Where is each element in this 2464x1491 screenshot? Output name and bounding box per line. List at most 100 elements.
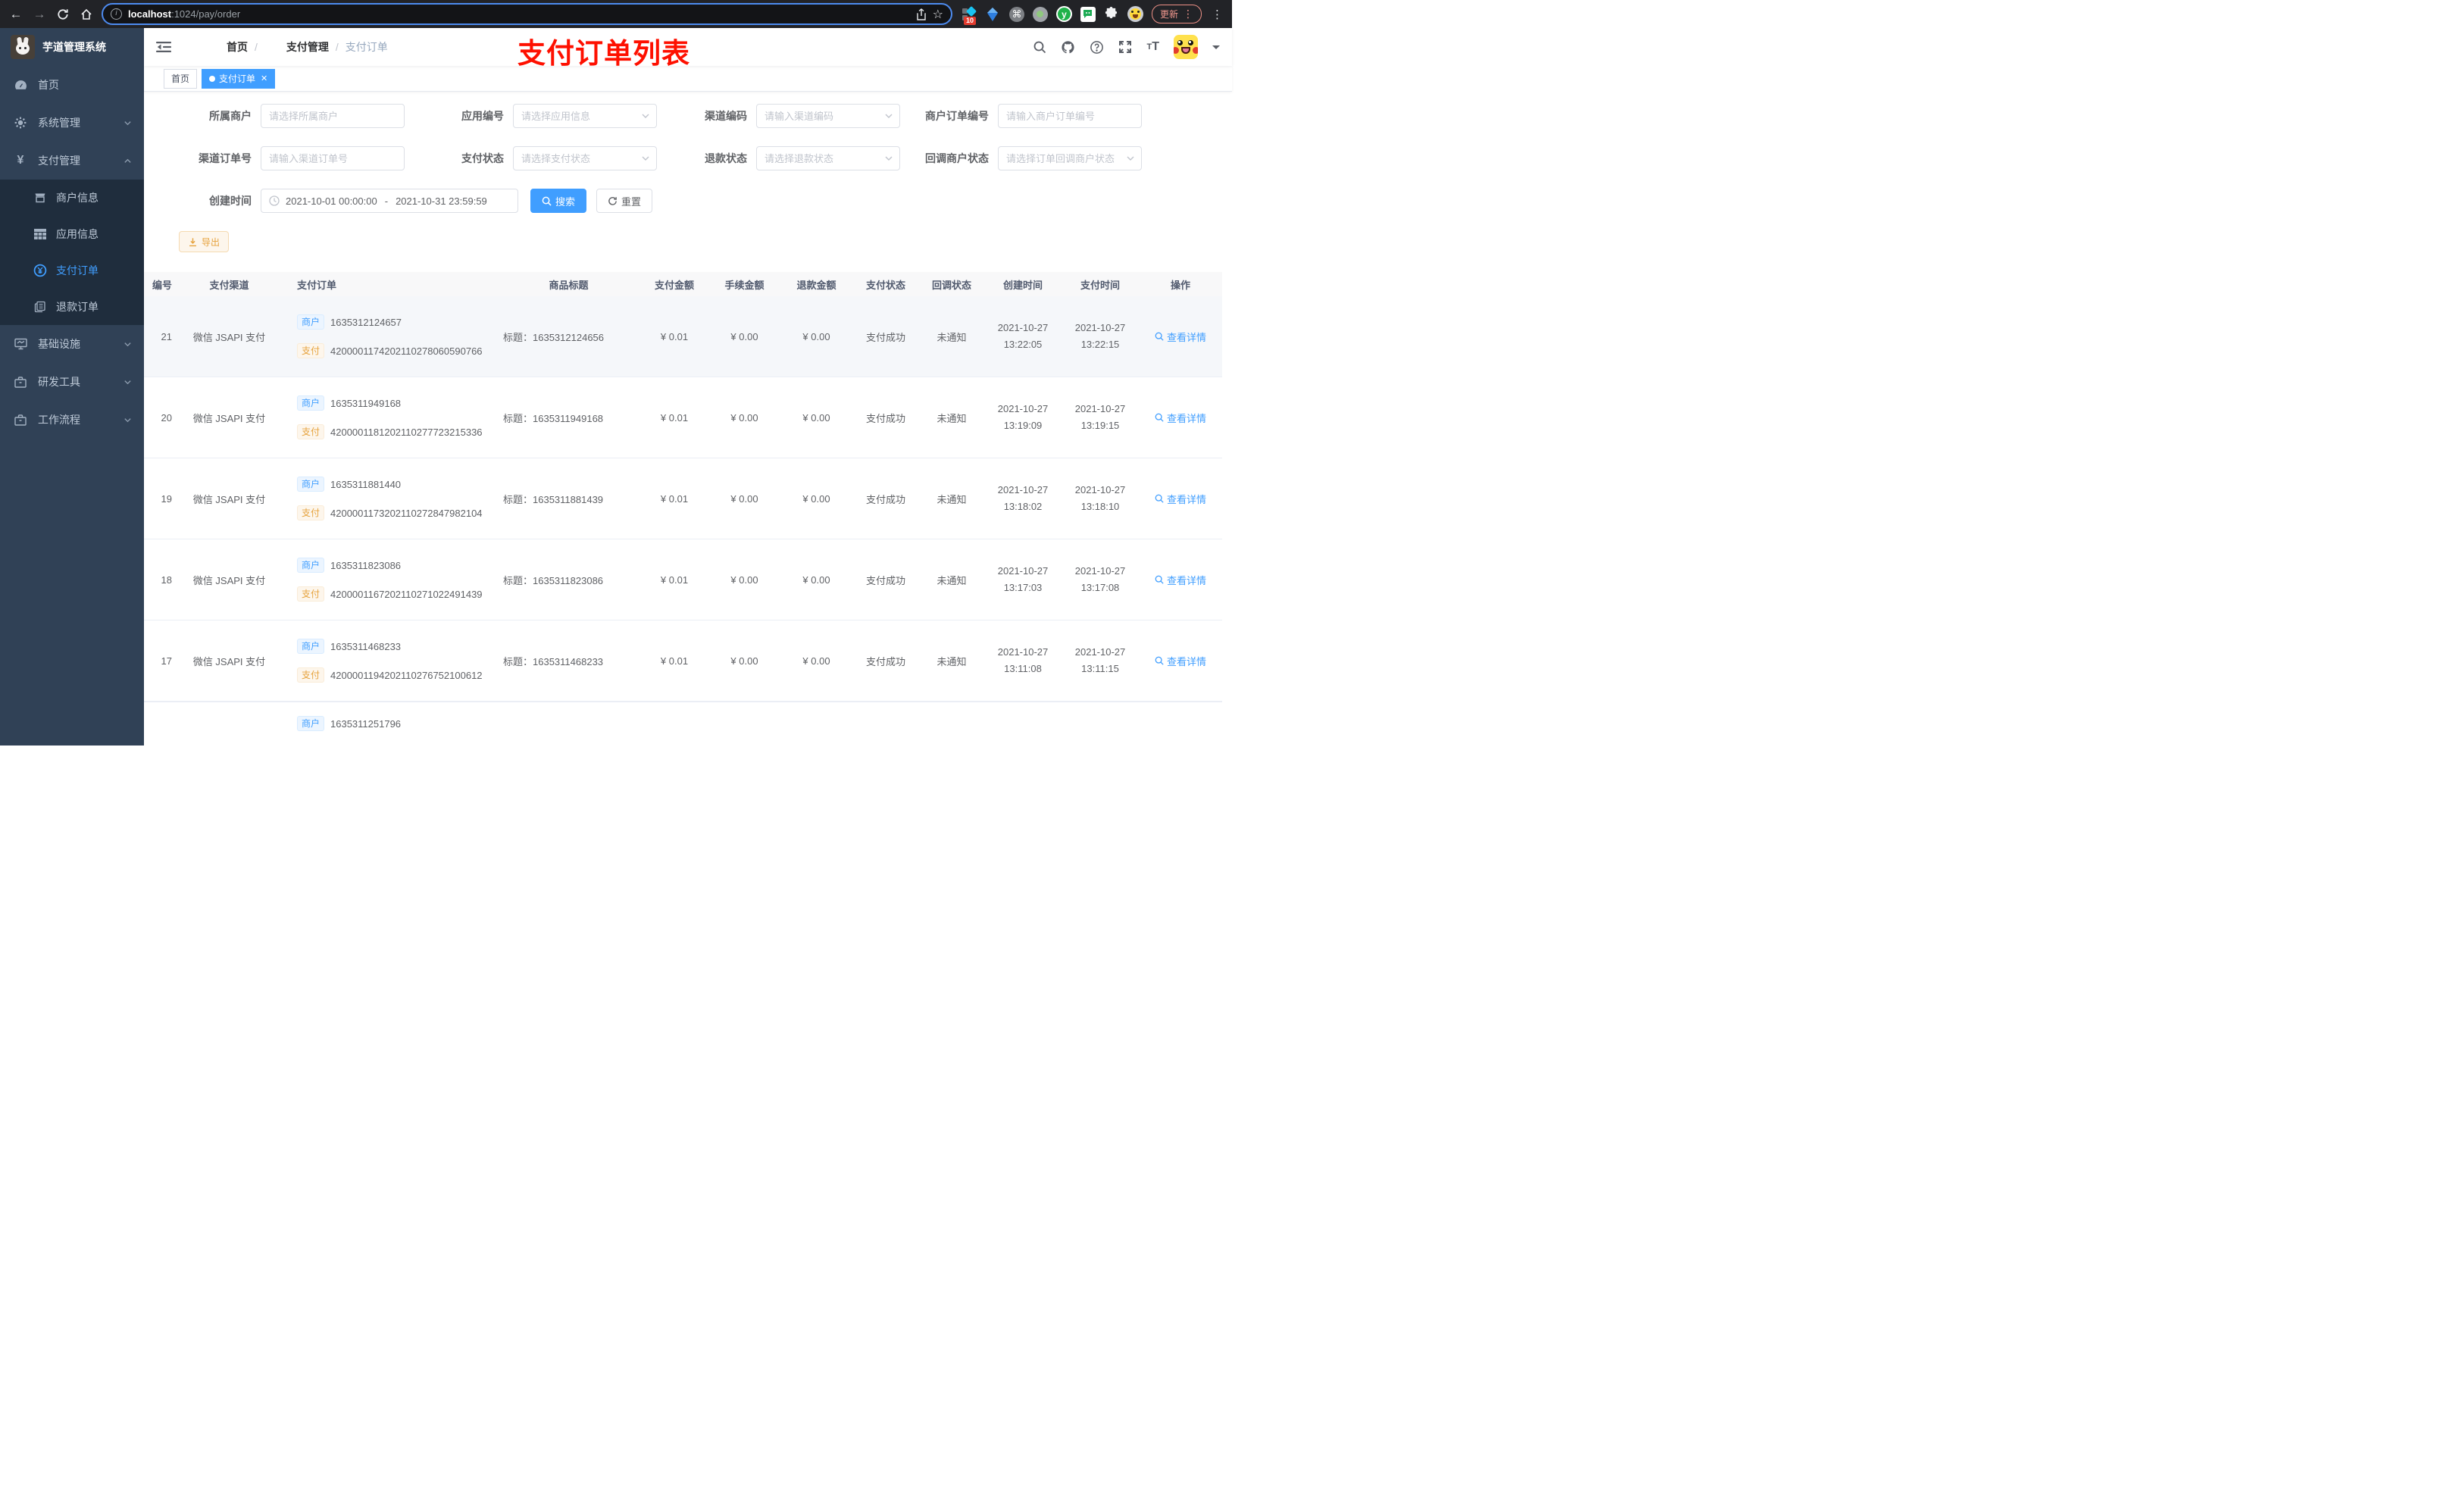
filter-label-channel-code: 渠道编码 — [705, 110, 747, 122]
close-tag-icon[interactable]: ✕ — [261, 73, 267, 83]
sidebar-item-home[interactable]: 首页 — [0, 66, 144, 104]
fullscreen-icon[interactable] — [1118, 40, 1132, 54]
refund-status-select[interactable] — [756, 146, 900, 170]
page-annotation: 支付订单列表 — [518, 38, 690, 69]
pay-status-select[interactable] — [513, 146, 657, 170]
cell-pay-status: 支付成功 — [865, 574, 905, 586]
orders-table: 编号 支付渠道 支付订单 商品标题 支付金额 手续金额 退款金额 支付状态 回调… — [144, 272, 1232, 746]
sidebar-fold-icon[interactable] — [156, 41, 171, 53]
forward-icon[interactable]: → — [31, 7, 48, 22]
merchant-order-no: 1635311881440 — [330, 478, 402, 490]
sidebar-item-payment[interactable]: ¥ 支付管理 — [0, 142, 144, 180]
channel-order-no-input[interactable] — [261, 146, 405, 170]
browser-update-button[interactable]: 更新 ⋮ — [1151, 5, 1202, 23]
site-info-icon[interactable]: i — [111, 8, 122, 20]
extension-record-icon[interactable] — [1032, 6, 1048, 22]
view-detail-link[interactable]: 查看详情 — [1155, 654, 1206, 668]
sidebar-item-pay-order[interactable]: 支付订单 — [0, 252, 144, 289]
export-button[interactable]: 导出 — [179, 231, 230, 252]
avatar-caret-icon[interactable] — [1212, 45, 1220, 53]
cell-id: 19 — [161, 492, 172, 505]
search-icon[interactable] — [1033, 40, 1046, 54]
cell-channel: 微信 JSAPI 支付 — [192, 331, 266, 343]
app-logo[interactable]: 芋道管理系统 — [0, 28, 144, 66]
reset-button[interactable]: 重置 — [596, 189, 653, 213]
app-title: 芋道管理系统 — [42, 41, 106, 53]
date-range-picker[interactable]: 2021-10-01 00:00:00 - 2021-10-31 23:59:5… — [261, 189, 518, 213]
chevron-down-icon — [124, 340, 132, 349]
notify-status-select[interactable] — [998, 146, 1142, 170]
tag-pay-order[interactable]: 支付订单 ✕ — [202, 68, 276, 89]
breadcrumb-home[interactable]: 首页 — [183, 39, 248, 55]
url-text: localhost:1024/pay/order — [128, 8, 241, 20]
extension-puzzle-icon[interactable] — [1104, 6, 1119, 22]
cell-id: 17 — [161, 655, 172, 667]
share-icon[interactable] — [916, 8, 927, 20]
sidebar-item-dev-tools[interactable]: 研发工具 — [0, 363, 144, 401]
extension-kite-icon[interactable] — [986, 7, 1001, 22]
table-row: 17 微信 JSAPI 支付 商户 1635311468233 支付 42000… — [144, 620, 1222, 702]
font-size-icon[interactable]: TT — [1146, 40, 1159, 54]
url-bar[interactable]: i localhost:1024/pay/order ☆ — [102, 3, 952, 25]
filter-label-app: 应用编号 — [461, 110, 504, 122]
merchant-order-no: 1635311949168 — [330, 397, 402, 409]
cell-refund: ¥ 0.00 — [802, 492, 830, 505]
channel-code-select[interactable] — [756, 104, 900, 128]
cell-actions: 查看详情 — [1139, 492, 1222, 506]
chevron-down-icon — [124, 416, 132, 424]
sidebar-item-merchant-info[interactable]: 商户信息 — [0, 180, 144, 216]
extension-chat-icon[interactable] — [1080, 6, 1096, 22]
cell-fee: ¥ 0.00 — [730, 655, 758, 667]
filter-label-pay-status: 支付状态 — [461, 152, 504, 164]
cell-order-numbers: 商户 1635312124657 支付 42000011742021102780… — [280, 313, 492, 360]
view-detail-link[interactable]: 查看详情 — [1155, 411, 1206, 425]
cell-create-time: 2021-10-27 13:17:03 — [997, 565, 1049, 593]
bookmark-star-icon[interactable]: ☆ — [933, 7, 943, 22]
cell-amount: ¥ 0.01 — [660, 574, 689, 586]
cell-actions: 查看详情 — [1139, 573, 1222, 587]
cell-amount: ¥ 0.01 — [660, 492, 689, 505]
filter-label-create-time: 创建时间 — [209, 195, 252, 207]
sidebar-item-infrastructure[interactable]: 基础设施 — [0, 325, 144, 363]
logo-rabbit-image — [11, 35, 35, 59]
date-separator: - — [384, 195, 389, 207]
cell-refund: ¥ 0.00 — [802, 655, 830, 667]
help-icon[interactable] — [1090, 40, 1104, 55]
cell-order-numbers: 商户 1635311823086 支付 42000011672021102710… — [280, 556, 492, 603]
view-detail-link[interactable]: 查看详情 — [1155, 492, 1206, 506]
store-icon — [33, 192, 47, 204]
cell-order-numbers: 商户 1635311881440 支付 42000011732021102728… — [280, 475, 492, 522]
sidebar-item-system[interactable]: 系统管理 — [0, 104, 144, 142]
back-icon[interactable]: ← — [8, 7, 24, 22]
extension-blocks-icon[interactable]: 10 — [962, 5, 977, 25]
extension-emoji-icon[interactable] — [1127, 6, 1143, 22]
cell-pay-status: 支付成功 — [865, 331, 905, 343]
cell-notify-status: 未通知 — [937, 493, 967, 505]
merchant-order-no-input[interactable] — [998, 104, 1142, 128]
browser-menu-icon[interactable]: ⋮ — [1210, 8, 1224, 21]
reload-icon[interactable] — [55, 8, 71, 20]
github-icon[interactable] — [1061, 40, 1075, 55]
toolbox-icon — [14, 376, 27, 388]
filter-label-notify-status: 回调商户状态 — [925, 152, 989, 164]
search-button[interactable]: 搜索 — [530, 189, 587, 213]
view-detail-link[interactable]: 查看详情 — [1155, 573, 1206, 587]
sidebar-item-refund-order[interactable]: 退款订单 — [0, 289, 144, 325]
home-icon[interactable] — [78, 8, 95, 20]
active-dot — [209, 75, 216, 82]
merchant-filter-input[interactable] — [261, 104, 405, 128]
sidebar-item-app-info[interactable]: 应用信息 — [0, 216, 144, 252]
sidebar-item-workflow[interactable]: 工作流程 — [0, 401, 144, 439]
cell-fee: ¥ 0.00 — [730, 574, 758, 586]
extension-y-icon[interactable]: y — [1055, 6, 1072, 22]
pay-tag: 支付 — [297, 505, 325, 520]
extension-command-icon[interactable]: ⌘ — [1008, 6, 1024, 22]
top-navbar: 首页 / 支付管理 / 支付订单 支付订单列表 T T — [144, 28, 1232, 69]
view-detail-link[interactable]: 查看详情 — [1155, 330, 1206, 344]
cell-pay-time: 2021-10-27 13:17:08 — [1074, 565, 1126, 593]
pay-order-no: 4200001181202110277723215336 — [330, 426, 483, 438]
tag-home[interactable]: 首页 — [164, 68, 198, 89]
avatar[interactable] — [1174, 35, 1198, 59]
breadcrumb-payment[interactable]: 支付管理 — [264, 39, 329, 55]
app-filter-select[interactable] — [513, 104, 657, 128]
